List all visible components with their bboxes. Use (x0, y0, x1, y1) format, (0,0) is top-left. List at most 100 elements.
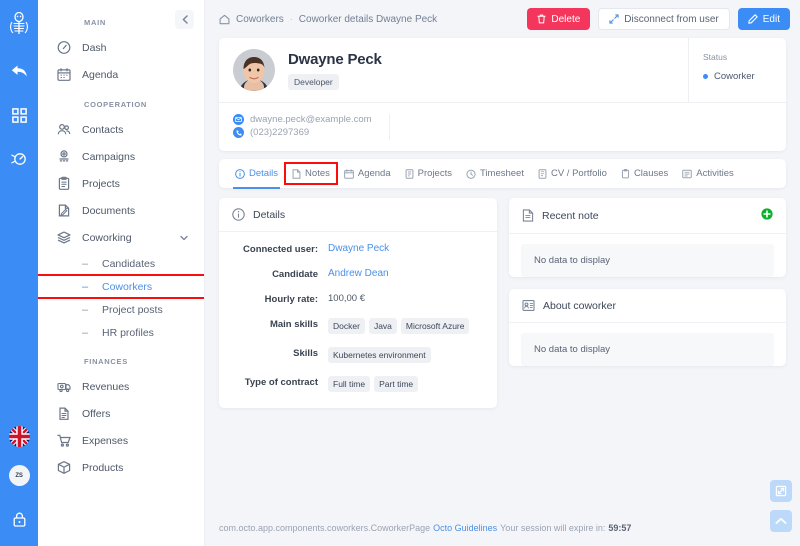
tab-details[interactable]: Details (229, 164, 284, 189)
profile-main: Dwayne Peck Developer (219, 38, 688, 102)
edit-button[interactable]: Edit (737, 8, 790, 30)
edit-button-label: Edit (762, 13, 780, 25)
add-circle-icon[interactable] (761, 208, 773, 223)
candidate-link[interactable]: Andrew Dean (328, 268, 389, 279)
phone-icon (233, 127, 244, 138)
details-card-header: Details (219, 198, 497, 232)
layers-icon (56, 230, 71, 245)
sidebar-item-label: Products (82, 461, 124, 474)
contract-chip: Full time (328, 376, 371, 392)
id-card-icon (522, 299, 535, 312)
phone-row[interactable]: (023)2297369 (233, 127, 772, 138)
sidebar-subitem-label: Coworkers (102, 280, 153, 293)
sidebar: MAIN Dash Agenda COOPERATION Contacts Ca… (38, 0, 205, 546)
sidebar-item-label: Contacts (82, 123, 124, 136)
breadcrumb: Coworkers · Coworker details Dwayne Peck (219, 14, 437, 25)
sidebar-item-label: Campaigns (82, 150, 136, 163)
sidebar-item-coworking[interactable]: Coworking (38, 226, 204, 249)
sidebar-subitem-coworkers[interactable]: – Coworkers (38, 274, 204, 299)
resize-icon[interactable] (770, 480, 792, 502)
detail-row-type-of-contract: Type of contract Full time Part time (232, 376, 484, 392)
speedometer-icon[interactable] (4, 144, 34, 174)
sidebar-subitem-candidates[interactable]: – Candidates (38, 253, 204, 274)
sidebar-item-campaigns[interactable]: Campaigns (38, 145, 204, 168)
topbar-actions: Delete Disconnect from user Edit (527, 8, 790, 30)
sidebar-item-products[interactable]: Products (38, 456, 204, 479)
footer-component-path: com.octo.app.components.coworkers.Cowork… (219, 523, 431, 533)
sidebar-item-projects[interactable]: Projects (38, 172, 204, 195)
disconnect-from-user-button[interactable]: Disconnect from user (598, 8, 730, 30)
sidebar-item-agenda[interactable]: Agenda (38, 63, 204, 86)
tab-cv-portfolio[interactable]: CV / Portfolio (532, 164, 613, 183)
sidebar-item-contacts[interactable]: Contacts (38, 118, 204, 141)
home-icon[interactable] (219, 14, 230, 25)
sidebar-item-label: Agenda (82, 68, 119, 81)
email-row[interactable]: dwayne.peck@example.com (233, 114, 772, 125)
recent-note-title: Recent note (542, 209, 599, 222)
tab-agenda[interactable]: Agenda (338, 164, 397, 183)
profile-contacts: dwayne.peck@example.com (023)2297369 (219, 102, 786, 151)
sidebar-subitem-hr-profiles[interactable]: – HR profiles (38, 322, 204, 343)
tab-timesheet[interactable]: Timesheet (460, 164, 530, 183)
disconnect-button-label: Disconnect from user (624, 13, 719, 25)
tab-label: CV / Portfolio (550, 168, 607, 179)
user-avatar-badge[interactable]: ZS (8, 465, 30, 486)
tab-activities[interactable]: Activities (676, 164, 739, 183)
dash-bullet-icon: – (82, 303, 89, 316)
detail-label: Type of contract (244, 377, 318, 388)
tab-label: Details (249, 168, 279, 179)
clock-icon (466, 169, 476, 179)
lock-icon[interactable] (6, 506, 32, 532)
tab-projects[interactable]: Projects (399, 164, 458, 183)
sidebar-item-expenses[interactable]: Expenses (38, 429, 204, 452)
side-column: Recent note No data to display About cow… (509, 198, 786, 378)
details-card-title: Details (253, 208, 286, 221)
status-value: Coworker (714, 71, 755, 82)
note-icon (522, 209, 534, 222)
sidebar-item-label: Projects (82, 177, 120, 190)
offer-document-icon (56, 406, 71, 421)
octo-logo-icon[interactable] (4, 8, 34, 42)
detail-row-candidate: Candidate Andrew Dean (232, 268, 484, 280)
delete-button[interactable]: Delete (527, 8, 591, 30)
main-skills-chips: Docker Java Microsoft Azure (328, 318, 470, 334)
session-timer: 59:57 (608, 523, 632, 533)
chevron-down-icon[interactable] (180, 233, 188, 242)
tab-notes[interactable]: Notes (284, 162, 338, 185)
sidebar-item-label: Expenses (82, 434, 129, 447)
dash-bullet-icon: – (82, 257, 89, 270)
role-tag: Developer (288, 73, 339, 90)
connected-user-link[interactable]: Dwayne Peck (328, 243, 389, 254)
sidebar-item-dash[interactable]: Dash (38, 36, 204, 59)
recent-note-card: Recent note No data to display (509, 198, 786, 277)
dashboard-icon (56, 40, 71, 55)
sidebar-subitem-label: HR profiles (102, 326, 154, 339)
sidebar-item-revenues[interactable]: Revenues (38, 375, 204, 398)
cv-icon (538, 168, 547, 179)
email-value: dwayne.peck@example.com (250, 114, 372, 125)
back-arrow-icon[interactable] (4, 56, 34, 86)
recent-note-header: Recent note (509, 198, 786, 234)
sidebar-item-offers[interactable]: Offers (38, 402, 204, 425)
skills-chips: Kubernetes environment (328, 347, 431, 363)
contacts-divider (389, 114, 390, 140)
calendar-icon (56, 67, 71, 82)
tab-clauses[interactable]: Clauses (615, 164, 674, 183)
grid-apps-icon[interactable] (4, 100, 34, 130)
status-label: Status (703, 52, 728, 62)
sidebar-item-documents[interactable]: Documents (38, 199, 204, 222)
octo-guidelines-link[interactable]: Octo Guidelines (433, 523, 497, 533)
tab-label: Projects (417, 168, 452, 179)
sidebar-subitem-label: Candidates (102, 257, 156, 270)
clipboard-icon (56, 176, 71, 191)
sidebar-collapse-button[interactable] (175, 10, 194, 29)
sidebar-subitem-project-posts[interactable]: – Project posts (38, 299, 204, 320)
detail-label: Candidate (272, 269, 318, 280)
campaign-icon (56, 149, 71, 164)
breadcrumb-root[interactable]: Coworkers (236, 14, 284, 25)
calendar-icon (344, 168, 354, 179)
detail-value: Dwayne Peck (328, 243, 389, 254)
sidebar-item-label: Dash (82, 41, 107, 54)
scroll-top-icon[interactable] (770, 510, 792, 532)
uk-flag-icon[interactable] (8, 426, 30, 447)
